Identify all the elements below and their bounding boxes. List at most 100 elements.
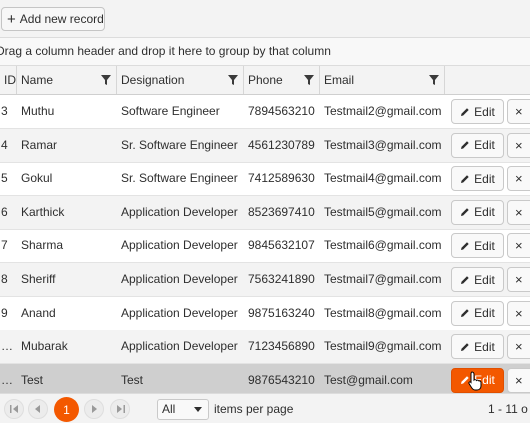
edit-button-label: Edit — [474, 171, 495, 186]
edit-button[interactable]: Edit — [451, 334, 504, 360]
cell-id: 8 — [1, 272, 8, 286]
cell-name: Anand — [21, 305, 56, 320]
current-page-button[interactable]: 1 — [54, 397, 79, 422]
table-row[interactable]: … Mubarak Application Developer 7123456890 T… — [0, 330, 530, 365]
cell-phone: 7894563210 — [248, 104, 315, 118]
next-page-icon[interactable] — [84, 399, 104, 419]
column-header-phone[interactable]: Phone — [244, 66, 320, 94]
edit-button-label: Edit — [474, 138, 495, 153]
cell-designation: Test — [121, 372, 144, 387]
table-row[interactable]: 3 Muthu Software Engineer 7894563210 Testmai… — [0, 95, 530, 129]
cell-email: Testmail8@gmail.com — [324, 305, 442, 320]
table-row[interactable]: 9 Anand Application Developer 9875163240 Tes… — [0, 297, 530, 331]
edit-button-label: Edit — [474, 205, 495, 220]
plus-icon: + — [7, 10, 16, 28]
cell-name: Muthu — [21, 104, 55, 118]
table-row[interactable]: 7 Sharma Application Developer 9845632107 Te… — [0, 229, 530, 264]
table-row[interactable]: 6 Karthick Application Developer 8523697410… — [0, 195, 530, 230]
cell-designation: Application Developer — [121, 238, 238, 253]
cell-email: Testmail9@gmail.com — [324, 339, 442, 354]
delete-button[interactable]: × — [507, 233, 530, 259]
cell-phone: 9876543210 — [248, 372, 315, 387]
edit-button-label: Edit — [474, 339, 495, 354]
grid-header: ID Name Designation Phone Email — [0, 66, 530, 95]
cell-email: Testmail4@gmail.com — [324, 171, 442, 186]
delete-button[interactable]: × — [507, 132, 530, 158]
cell-id: 6 — [1, 204, 8, 219]
prev-page-icon[interactable] — [28, 399, 48, 419]
last-page-icon[interactable] — [110, 399, 130, 419]
cell-name: Sheriff — [21, 272, 56, 286]
table-row[interactable]: 5 Gokul Sr. Software Engineer 7412589630 Tes… — [0, 162, 530, 197]
edit-button-label: Edit — [474, 306, 495, 321]
column-header-id[interactable]: ID — [0, 66, 17, 94]
edit-button[interactable]: Edit — [451, 199, 504, 225]
cell-designation: Application Developer — [121, 339, 238, 354]
edit-button[interactable]: Edit — [451, 267, 504, 292]
delete-button[interactable]: × — [507, 99, 530, 124]
close-icon: × — [515, 104, 523, 119]
cell-phone: 8523697410 — [248, 204, 315, 219]
pager-info: 1 - 11 o — [488, 402, 528, 416]
edit-button-label: Edit — [474, 104, 495, 119]
cell-name: Gokul — [21, 171, 53, 186]
first-page-icon[interactable] — [4, 399, 24, 419]
cell-designation: Application Developer — [121, 204, 238, 219]
pencil-icon — [461, 174, 469, 183]
column-header-designation[interactable]: Designation — [117, 66, 244, 94]
items-per-page-label: items per page — [214, 402, 294, 416]
add-new-record-label: Add new record — [19, 12, 104, 26]
edit-button[interactable]: Edit — [451, 99, 504, 124]
filter-icon[interactable] — [429, 75, 439, 85]
cell-phone: 4561230789 — [248, 137, 315, 152]
edit-button[interactable]: Edit — [451, 166, 504, 192]
cell-name: Mubarak — [21, 339, 68, 354]
pencil-icon — [461, 342, 469, 351]
cell-email: Test@gmail.com — [324, 372, 413, 387]
group-hint-text: Drag a column header and drop it here to… — [0, 44, 331, 58]
add-new-record-button[interactable]: + Add new record — [1, 7, 105, 31]
close-icon: × — [515, 137, 523, 153]
table-row[interactable]: 4 Ramar Sr. Software Engineer 4561230789 Tes… — [0, 128, 530, 163]
page-size-select[interactable]: All — [157, 399, 209, 420]
edit-button[interactable]: Edit — [451, 300, 504, 326]
delete-button[interactable]: × — [507, 367, 530, 393]
edit-button-label: Edit — [474, 272, 495, 287]
edit-button[interactable]: Edit — [451, 233, 504, 259]
cell-designation: Sr. Software Engineer — [121, 171, 238, 186]
filter-icon[interactable] — [304, 75, 314, 85]
caret-down-icon — [194, 407, 202, 412]
column-header-name[interactable]: Name — [17, 66, 117, 94]
group-drop-area[interactable]: Drag a column header and drop it here to… — [0, 38, 530, 66]
cell-email: Testmail2@gmail.com — [324, 104, 442, 118]
cell-id: 5 — [1, 171, 8, 186]
cell-name: Karthick — [21, 204, 65, 219]
mouse-cursor-icon — [468, 371, 482, 391]
cell-phone: 7123456890 — [248, 339, 315, 354]
delete-button[interactable]: × — [507, 300, 530, 326]
column-header-email[interactable]: Email — [320, 66, 445, 94]
cell-designation: Sr. Software Engineer — [121, 137, 238, 152]
cell-phone: 7412589630 — [248, 171, 315, 186]
delete-button[interactable]: × — [507, 199, 530, 225]
edit-button[interactable]: Edit — [451, 132, 504, 158]
cell-id: 9 — [1, 305, 8, 320]
delete-button[interactable]: × — [507, 334, 530, 360]
cell-email: Testmail3@gmail.com — [324, 137, 442, 152]
column-header-email-label: Email — [324, 73, 355, 87]
cell-email: Testmail5@gmail.com — [324, 204, 442, 219]
column-header-name-label: Name — [21, 73, 54, 87]
pencil-icon — [461, 242, 469, 250]
close-icon: × — [515, 238, 523, 254]
delete-button[interactable]: × — [507, 166, 530, 192]
filter-icon[interactable] — [228, 75, 238, 85]
close-icon: × — [515, 305, 523, 321]
close-icon: × — [515, 272, 523, 287]
filter-icon[interactable] — [101, 75, 111, 85]
grid-toolbar: + Add new record — [0, 0, 530, 38]
column-header-commands — [445, 66, 530, 94]
delete-button[interactable]: × — [507, 267, 530, 292]
cell-designation: Application Developer — [121, 272, 238, 286]
table-row[interactable]: 8 Sheriff Application Developer 7563241890 T… — [0, 263, 530, 297]
cell-phone: 9875163240 — [248, 305, 315, 320]
